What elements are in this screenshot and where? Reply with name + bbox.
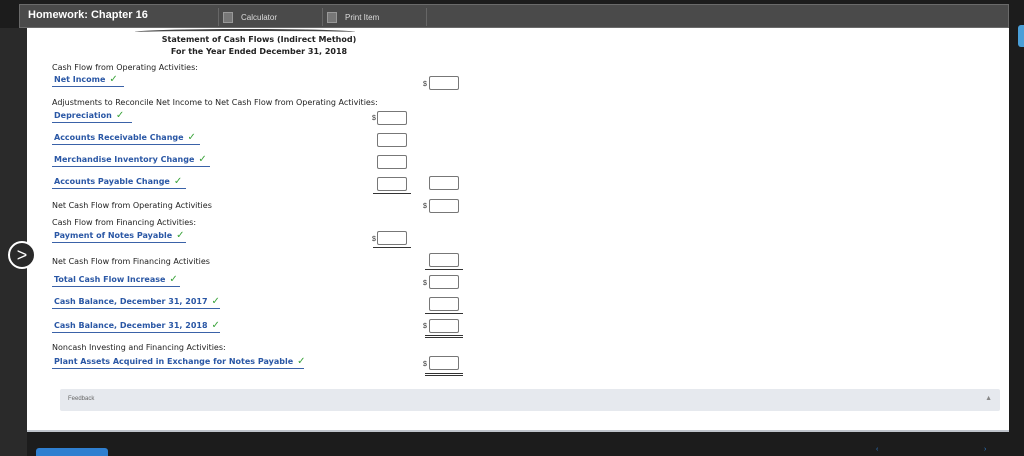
dollar-sign: $ [423, 203, 427, 210]
next-button[interactable]: › [984, 446, 986, 453]
plant-assets-select[interactable]: Plant Assets Acquired in Exchange for No… [52, 356, 306, 369]
depreciation-text: Depreciation [54, 111, 112, 120]
total-cash-flow-input[interactable] [429, 275, 459, 289]
double-underline [425, 335, 463, 336]
statement-panel: Statement of Cash Flows (Indirect Method… [27, 28, 1009, 430]
check-icon: ✓ [176, 230, 185, 241]
statement-period: For the Year Ended December 31, 2018 [170, 47, 348, 56]
double-underline [425, 375, 463, 376]
payment-notes-select[interactable]: Payment of Notes Payable ✓ [52, 230, 186, 243]
right-gutter [1009, 0, 1024, 456]
expand-nav-glyph: > [16, 244, 28, 265]
print-item-button[interactable]: Print Item [322, 8, 427, 26]
net-operating-input[interactable] [429, 199, 459, 213]
accounts-payable-select[interactable]: Accounts Payable Change ✓ [52, 176, 186, 189]
check-icon: ✓ [297, 356, 306, 367]
check-my-work-button[interactable] [36, 448, 108, 456]
cash-2018-select[interactable]: Cash Balance, December 31, 2018 ✓ [52, 320, 220, 333]
double-underline [425, 373, 463, 374]
depreciation-input[interactable] [377, 111, 407, 125]
top-toolbar: Homework: Chapter 16 Calculator Print It… [19, 4, 1009, 28]
payment-notes-text: Payment of Notes Payable [54, 231, 173, 240]
noncash-label: Noncash Investing and Financing Activiti… [52, 343, 226, 352]
homework-title: Homework: Chapter 16 [28, 9, 148, 21]
accounts-receivable-input[interactable] [377, 133, 407, 147]
adjustments-label: Adjustments to Reconcile Net Income to N… [52, 98, 378, 107]
dollar-sign: $ [372, 236, 376, 243]
dollar-sign: $ [423, 361, 427, 368]
dollar-sign: $ [372, 115, 376, 122]
merchandise-inventory-select[interactable]: Merchandise Inventory Change ✓ [52, 154, 210, 167]
check-icon: ✓ [115, 110, 125, 121]
check-icon: ✓ [187, 132, 196, 143]
print-label: Print Item [345, 12, 380, 22]
underline [425, 269, 463, 270]
calculator-button[interactable]: Calculator [218, 8, 315, 26]
accounts-payable-text: Accounts Payable Change [54, 177, 170, 186]
expand-nav-icon[interactable]: > [8, 241, 36, 269]
cash-2018-text: Cash Balance, December 31, 2018 [54, 321, 208, 330]
accounts-receivable-text: Accounts Receivable Change [54, 133, 184, 142]
check-icon: ✓ [211, 320, 220, 331]
double-underline [425, 337, 463, 338]
calculator-icon [223, 11, 233, 23]
toolbar-divider [426, 8, 428, 26]
plant-assets-text: Plant Assets Acquired in Exchange for No… [54, 357, 294, 366]
cash-2018-input[interactable] [429, 319, 459, 333]
total-cash-flow-select[interactable]: Total Cash Flow Increase ✓ [52, 274, 180, 287]
merchandise-inventory-text: Merchandise Inventory Change [54, 155, 195, 164]
depreciation-select[interactable]: Depreciation ✓ [52, 110, 132, 123]
side-tab[interactable] [1018, 25, 1024, 47]
print-icon [327, 11, 337, 23]
statement-title: Statement of Cash Flows (Indirect Method… [161, 35, 357, 44]
dollar-sign: $ [423, 280, 427, 287]
underline [373, 193, 411, 194]
footer-divider [27, 430, 1009, 432]
operating-subtotal-input[interactable] [429, 176, 459, 190]
net-financing-input[interactable] [429, 253, 459, 267]
underline [425, 313, 463, 314]
cash-2017-text: Cash Balance, December 31, 2017 [54, 297, 208, 306]
total-cash-flow-text: Total Cash Flow Increase [54, 275, 166, 284]
calculator-label: Calculator [241, 12, 278, 22]
collapse-arrow-icon[interactable]: ▲ [985, 395, 992, 402]
check-icon: ✓ [173, 176, 183, 187]
operating-label: Cash Flow from Operating Activities: [52, 63, 198, 72]
accounts-payable-input[interactable] [377, 177, 407, 191]
dollar-sign: $ [423, 323, 427, 330]
check-icon: ✓ [211, 296, 220, 307]
accounts-receivable-select[interactable]: Accounts Receivable Change ✓ [52, 132, 200, 145]
net-income-text: Net Income [54, 75, 106, 84]
payment-notes-input[interactable] [377, 231, 407, 245]
previous-button[interactable]: ‹ [876, 446, 878, 453]
check-icon: ✓ [198, 154, 207, 165]
financing-label: Cash Flow from Financing Activities: [52, 218, 197, 227]
cash-2017-input[interactable] [429, 297, 459, 311]
check-icon: ✓ [109, 74, 118, 85]
merchandise-inventory-input[interactable] [377, 155, 407, 169]
underline [373, 247, 411, 248]
net-income-select[interactable]: Net Income ✓ [52, 74, 124, 87]
net-income-input[interactable] [429, 76, 459, 90]
net-operating-label: Net Cash Flow from Operating Activities [52, 201, 212, 210]
feedback-bar[interactable]: Feedback ▲ [60, 389, 1000, 411]
dollar-sign: $ [423, 81, 427, 88]
feedback-label: Feedback [68, 396, 95, 402]
cash-2017-select[interactable]: Cash Balance, December 31, 2017 ✓ [52, 296, 220, 309]
net-financing-label: Net Cash Flow from Financing Activities [52, 257, 210, 266]
plant-assets-input[interactable] [429, 356, 459, 370]
check-icon: ✓ [169, 274, 178, 285]
